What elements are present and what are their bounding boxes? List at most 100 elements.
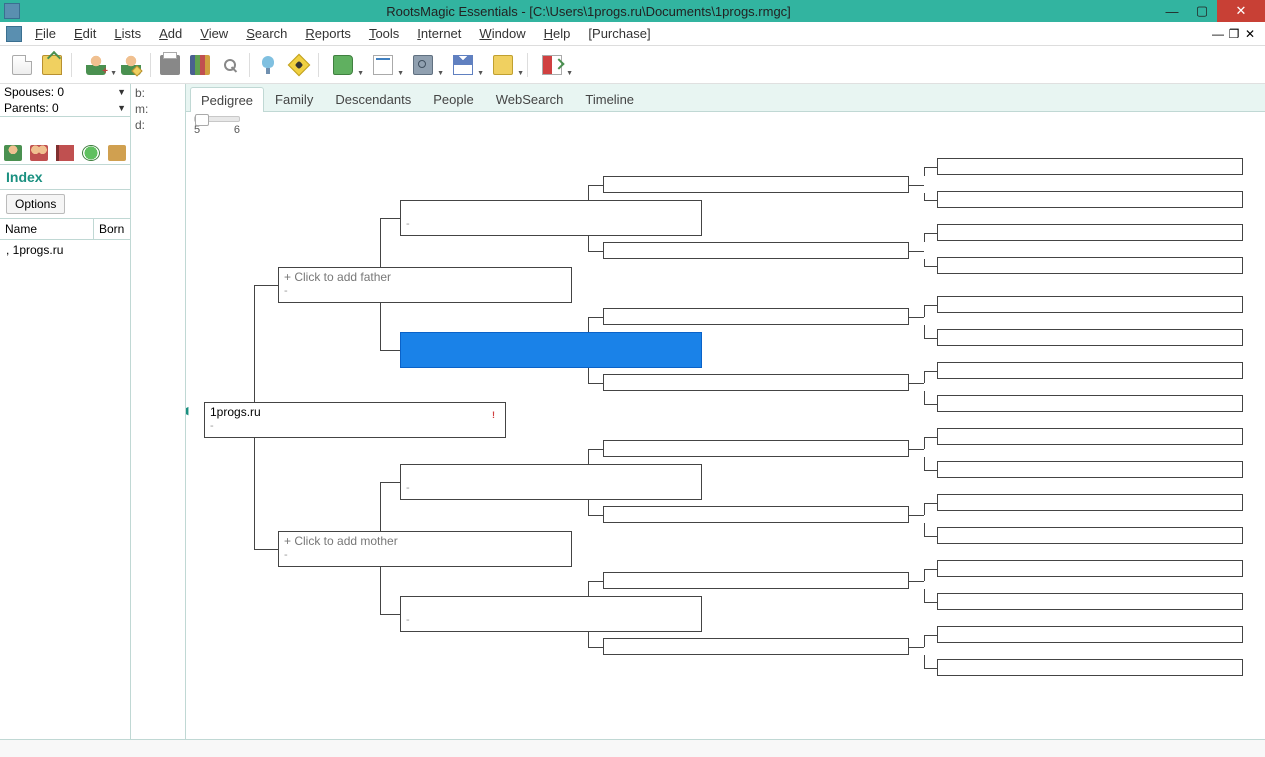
- menu-help[interactable]: Help: [535, 23, 580, 44]
- sources-button[interactable]: ▼: [364, 51, 402, 79]
- pedigree-gen3-box[interactable]: -: [400, 464, 702, 500]
- menu-window[interactable]: Window: [470, 23, 534, 44]
- tab-family[interactable]: Family: [264, 86, 324, 111]
- open-file-button[interactable]: [38, 51, 66, 79]
- tab-timeline[interactable]: Timeline: [574, 86, 645, 111]
- print-button[interactable]: [156, 51, 184, 79]
- connector: [924, 193, 925, 200]
- pedigree-gen5-box[interactable]: [937, 626, 1243, 643]
- pedigree-gen5-box[interactable]: [937, 296, 1243, 313]
- index-tab-bookmark-icon[interactable]: [56, 145, 74, 161]
- pedigree-gen5-box[interactable]: [937, 428, 1243, 445]
- menu-reports[interactable]: Reports: [296, 23, 360, 44]
- menu-edit[interactable]: Edit: [65, 23, 105, 44]
- add-father-text: + Click to add father: [284, 270, 566, 284]
- add-person-button[interactable]: ▼: [77, 51, 115, 79]
- pedigree-gen4-box[interactable]: [603, 374, 909, 391]
- options-button[interactable]: Options: [6, 194, 65, 214]
- tree-button[interactable]: [255, 51, 283, 79]
- pedigree-gen5-box[interactable]: [937, 224, 1243, 241]
- index-tab-family-icon[interactable]: [30, 145, 48, 161]
- slider-thumb[interactable]: [195, 114, 209, 126]
- new-file-button[interactable]: [8, 51, 36, 79]
- hints-button[interactable]: [285, 51, 313, 79]
- pedigree-gen4-box[interactable]: [603, 506, 909, 523]
- pedigree-add-father[interactable]: + Click to add father -: [278, 267, 572, 303]
- index-tab-person-icon[interactable]: [4, 145, 22, 161]
- marriage-label: m:: [135, 102, 181, 118]
- reports-button[interactable]: ▼: [484, 51, 522, 79]
- menu-file[interactable]: File: [26, 23, 65, 44]
- spouses-dropdown[interactable]: Spouses: 0 ▼: [0, 84, 130, 100]
- pedigree-gen3-box-selected[interactable]: [400, 332, 702, 368]
- search-button[interactable]: [216, 51, 244, 79]
- collapse-handle-icon[interactable]: ◀: [186, 404, 188, 417]
- pedigree-gen5-box[interactable]: [937, 158, 1243, 175]
- menu-tools[interactable]: Tools: [360, 23, 408, 44]
- connector: [380, 482, 400, 483]
- menu-add[interactable]: Add: [150, 23, 191, 44]
- pedigree-gen5-box[interactable]: [937, 257, 1243, 274]
- tab-people[interactable]: People: [422, 86, 484, 111]
- pedigree-gen4-box[interactable]: [603, 242, 909, 259]
- dropdown-icon: ▼: [566, 70, 573, 77]
- pedigree-gen5-box[interactable]: [937, 527, 1243, 544]
- tab-websearch[interactable]: WebSearch: [485, 86, 575, 111]
- menu-internet[interactable]: Internet: [408, 23, 470, 44]
- pedigree-gen5-box[interactable]: [937, 461, 1243, 478]
- pedigree-gen3-box[interactable]: -: [400, 200, 702, 236]
- share-button[interactable]: ▼: [444, 51, 482, 79]
- connector: [588, 368, 589, 383]
- generations-slider[interactable]: [194, 116, 240, 122]
- pedigree-canvas[interactable]: ◀ 1progs.ru - + Click to add father - + …: [186, 136, 1265, 739]
- index-table-body[interactable]: , 1progs.ru: [0, 240, 130, 739]
- connector: [924, 167, 937, 168]
- index-tab-history-icon[interactable]: [108, 145, 126, 161]
- publish-button[interactable]: [186, 51, 214, 79]
- print-icon: [160, 55, 180, 75]
- pedigree-gen5-box[interactable]: [937, 494, 1243, 511]
- table-row[interactable]: , 1progs.ru: [0, 240, 130, 260]
- app-icon-small[interactable]: [6, 26, 22, 42]
- exit-button[interactable]: ▼: [533, 51, 571, 79]
- menu-view[interactable]: View: [191, 23, 237, 44]
- pedigree-gen5-box[interactable]: [937, 560, 1243, 577]
- pedigree-gen5-box[interactable]: [937, 362, 1243, 379]
- edit-person-button[interactable]: [117, 51, 145, 79]
- pedigree-gen5-box[interactable]: [937, 593, 1243, 610]
- menu-purchase[interactable]: [Purchase]: [579, 23, 659, 44]
- mdi-controls: — ❐ ✕: [1211, 27, 1263, 41]
- pedigree-gen5-box[interactable]: [937, 329, 1243, 346]
- maximize-button[interactable]: ▢: [1187, 0, 1217, 22]
- parents-dropdown[interactable]: Parents: 0 ▼: [0, 100, 130, 116]
- mdi-close-button[interactable]: ✕: [1243, 27, 1257, 41]
- menu-search[interactable]: Search: [237, 23, 296, 44]
- mdi-restore-button[interactable]: ❐: [1227, 27, 1241, 41]
- pedigree-gen5-box[interactable]: [937, 659, 1243, 676]
- mdi-minimize-button[interactable]: —: [1211, 27, 1225, 41]
- tab-descendants[interactable]: Descendants: [324, 86, 422, 111]
- close-button[interactable]: ✕: [1217, 0, 1265, 22]
- index-tab-web-icon[interactable]: [82, 145, 100, 161]
- pedigree-gen4-box[interactable]: [603, 176, 909, 193]
- pedigree-gen3-box[interactable]: -: [400, 596, 702, 632]
- pedigree-gen5-box[interactable]: [937, 191, 1243, 208]
- toolbar: ▼ ▼ ▼ ▼ ▼ ▼ ▼: [0, 46, 1265, 84]
- tab-pedigree[interactable]: Pedigree: [190, 87, 264, 112]
- connector: [909, 185, 924, 186]
- menu-lists[interactable]: Lists: [105, 23, 150, 44]
- pedigree-gen5-box[interactable]: [937, 395, 1243, 412]
- media-button[interactable]: ▼: [404, 51, 442, 79]
- pedigree-gen4-box[interactable]: [603, 308, 909, 325]
- pedigree-root-person[interactable]: 1progs.ru -: [204, 402, 506, 438]
- detail-strip: b: m: d:: [131, 84, 186, 739]
- research-button[interactable]: ▼: [324, 51, 362, 79]
- pedigree-gen4-box[interactable]: [603, 440, 909, 457]
- pedigree-add-mother[interactable]: + Click to add mother -: [278, 531, 572, 567]
- pedigree-gen4-box[interactable]: [603, 638, 909, 655]
- col-name[interactable]: Name: [0, 219, 94, 239]
- minimize-button[interactable]: —: [1157, 0, 1187, 22]
- col-born[interactable]: Born: [94, 219, 130, 239]
- pedigree-gen4-box[interactable]: [603, 572, 909, 589]
- connector: [924, 523, 925, 536]
